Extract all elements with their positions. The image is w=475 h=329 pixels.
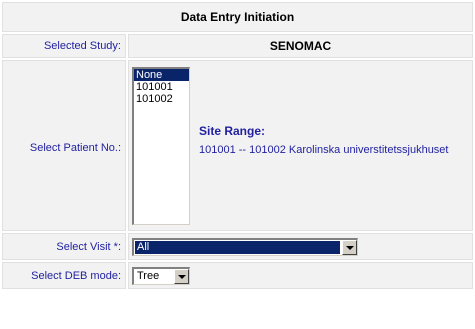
select-deb-mode-label: Select DEB mode:	[2, 262, 126, 289]
patient-cell: None 101001 101002 Site Range: 101001 --…	[128, 60, 473, 231]
patient-listbox[interactable]: None 101001 101002	[132, 67, 190, 225]
site-range-value: 101001 -- 101002 Karolinska universtitet…	[199, 144, 449, 156]
selected-study-value: SENOMAC	[128, 34, 473, 58]
deb-mode-select-value: Tree	[137, 269, 160, 282]
chevron-down-icon[interactable]	[342, 239, 357, 255]
site-range-block: Site Range: 101001 -- 101002 Karolinska …	[199, 124, 448, 156]
visit-select-value: All	[135, 240, 340, 254]
patient-option-none[interactable]: None	[134, 69, 189, 81]
selected-study-label: Selected Study:	[2, 34, 126, 58]
form-table: Data Entry Initiation Selected Study: SE…	[0, 0, 475, 291]
select-visit-label: Select Visit *:	[2, 233, 126, 260]
site-range-title: Site Range:	[199, 124, 266, 138]
deb-cell: Tree	[128, 262, 473, 289]
patient-option-101002[interactable]: 101002	[134, 93, 189, 105]
visit-select[interactable]: All	[132, 237, 358, 256]
form-title: Data Entry Initiation	[2, 2, 473, 32]
select-patient-label: Select Patient No.:	[2, 60, 126, 231]
visit-cell: All	[128, 233, 473, 260]
chevron-down-icon[interactable]	[174, 268, 189, 284]
patient-option-101001[interactable]: 101001	[134, 81, 189, 93]
data-entry-form: Data Entry Initiation Selected Study: SE…	[0, 0, 475, 329]
deb-mode-select[interactable]: Tree	[132, 266, 190, 285]
